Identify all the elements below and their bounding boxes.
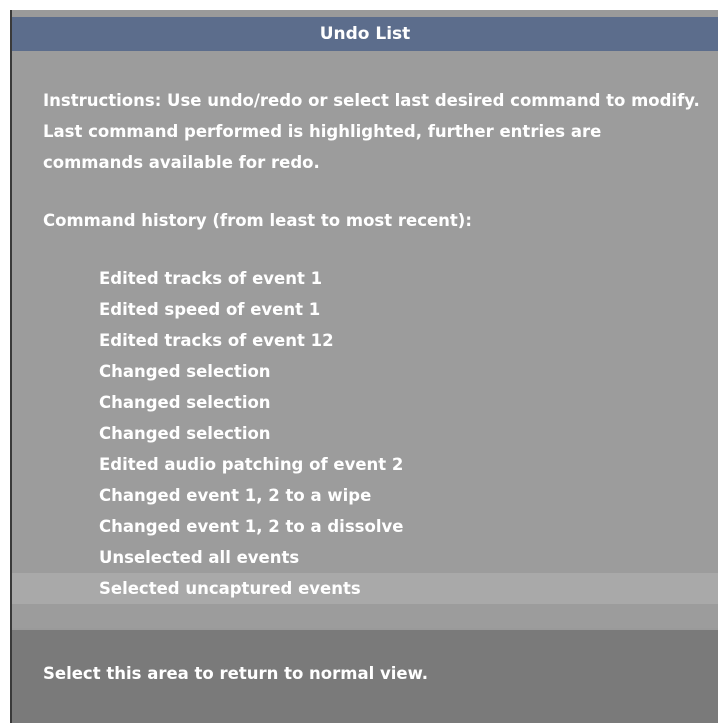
window-title: Undo List [12, 17, 718, 51]
history-item[interactable]: Changed selection [12, 387, 718, 418]
history-item[interactable]: Changed event 1, 2 to a dissolve [12, 511, 718, 542]
history-item[interactable]: Changed selection [12, 418, 718, 449]
history-item[interactable]: Unselected all events [12, 542, 718, 573]
command-history-list: Edited tracks of event 1 Edited speed of… [12, 263, 718, 604]
history-item[interactable]: Changed selection [12, 356, 718, 387]
return-label: Select this area to return to normal vie… [43, 664, 429, 683]
undo-list-content: Instructions: Use undo/redo or select la… [12, 51, 718, 628]
history-item[interactable]: Edited audio patching of event 2 [12, 449, 718, 480]
history-item[interactable]: Edited tracks of event 12 [12, 325, 718, 356]
undo-list-panel: Undo List Instructions: Use undo/redo or… [10, 10, 718, 723]
undo-list-window: Undo List Instructions: Use undo/redo or… [0, 0, 718, 723]
history-item[interactable]: Changed event 1, 2 to a wipe [12, 480, 718, 511]
history-item-current[interactable]: Selected uncaptured events [12, 573, 718, 604]
return-to-normal-view-area[interactable]: Select this area to return to normal vie… [12, 630, 718, 723]
history-heading: Command history (from least to most rece… [43, 211, 472, 230]
history-item[interactable]: Edited tracks of event 1 [12, 263, 718, 294]
history-item[interactable]: Edited speed of event 1 [12, 294, 718, 325]
instructions-text: Instructions: Use undo/redo or select la… [43, 91, 700, 172]
